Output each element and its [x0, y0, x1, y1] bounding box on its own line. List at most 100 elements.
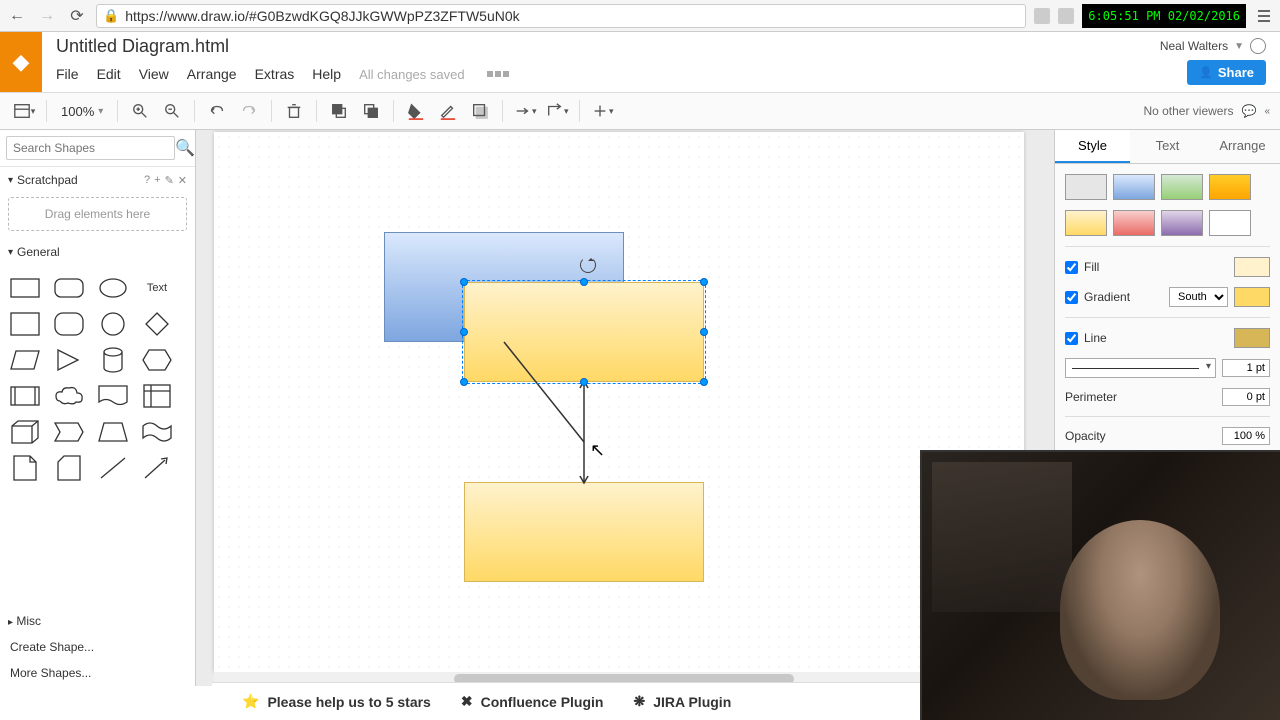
hamburger-icon[interactable] [1254, 6, 1274, 26]
shape-card[interactable] [52, 453, 86, 483]
shape-cloud[interactable] [52, 381, 86, 411]
chat-icon[interactable]: 💬 [1241, 104, 1256, 118]
misc-header[interactable]: Misc [16, 614, 41, 628]
zoom-select[interactable]: 100%▾ [55, 104, 109, 119]
confluence-link[interactable]: ✖Confluence Plugin [461, 693, 604, 710]
menu-help[interactable]: Help [312, 66, 341, 82]
shape-diamond[interactable] [140, 309, 174, 339]
shape-rect[interactable] [8, 273, 42, 303]
waypoint-button[interactable]: ▾ [543, 97, 571, 125]
shadow-button[interactable] [466, 97, 494, 125]
canvas-shape-yellow-bottom[interactable] [464, 482, 704, 582]
scratchpad-dropzone[interactable]: Drag elements here [8, 197, 187, 231]
menu-arrange[interactable]: Arrange [187, 66, 237, 82]
scratchpad-add-icon[interactable]: + [154, 174, 160, 186]
scratchpad-edit-icon[interactable]: ✎ [165, 174, 174, 187]
globe-icon[interactable] [1250, 38, 1266, 54]
shape-rounded-rect[interactable] [52, 273, 86, 303]
menu-view[interactable]: View [139, 66, 169, 82]
style-swatch[interactable] [1161, 174, 1203, 200]
zoom-out-button[interactable] [158, 97, 186, 125]
line-width-input[interactable] [1222, 359, 1270, 377]
shape-trapezoid[interactable] [96, 417, 130, 447]
gradient-color-picker[interactable] [1234, 287, 1270, 307]
delete-button[interactable] [280, 97, 308, 125]
collapse-panel-icon[interactable]: « [1264, 106, 1270, 117]
shape-step[interactable] [52, 417, 86, 447]
rate-link[interactable]: ⭐Please help us to 5 stars [242, 693, 431, 710]
perimeter-input[interactable] [1222, 388, 1270, 406]
to-back-button[interactable] [357, 97, 385, 125]
style-swatch[interactable] [1113, 174, 1155, 200]
scratchpad-header[interactable]: Scratchpad [17, 173, 78, 187]
fill-color-button[interactable] [402, 97, 430, 125]
drawio-logo-icon[interactable]: ◆ [0, 32, 42, 92]
canvas-connector[interactable] [214, 132, 1024, 672]
line-style-select[interactable] [1065, 358, 1216, 378]
url-bar[interactable]: 🔒 https://www.draw.io/#G0BzwdKGQ8JJkGWWp… [96, 4, 1026, 28]
style-swatch[interactable] [1161, 210, 1203, 236]
jira-link[interactable]: ❋JIRA Plugin [633, 693, 731, 710]
document-title[interactable]: Untitled Diagram.html [56, 36, 229, 57]
style-swatch[interactable] [1113, 210, 1155, 236]
rotate-handle-icon[interactable] [580, 257, 596, 273]
shape-circle[interactable] [96, 309, 130, 339]
extension-icon[interactable] [1058, 8, 1074, 24]
search-input[interactable] [6, 136, 175, 160]
back-button[interactable]: ← [6, 5, 28, 27]
shape-parallelogram[interactable] [8, 345, 42, 375]
more-shapes-link[interactable]: More Shapes... [0, 660, 195, 686]
shape-rect2[interactable] [8, 309, 42, 339]
fill-color-picker[interactable] [1234, 257, 1270, 277]
shape-triangle[interactable] [52, 345, 86, 375]
style-swatch[interactable] [1209, 174, 1251, 200]
shape-hexagon[interactable] [140, 345, 174, 375]
undo-button[interactable] [203, 97, 231, 125]
view-mode-button[interactable]: ▾ [10, 97, 38, 125]
shape-cylinder[interactable] [96, 345, 130, 375]
share-button[interactable]: Share [1187, 60, 1266, 85]
search-icon[interactable]: 🔍 [175, 138, 195, 158]
shape-ellipse[interactable] [96, 273, 130, 303]
gradient-checkbox[interactable] [1065, 291, 1078, 304]
style-swatch[interactable] [1065, 210, 1107, 236]
shape-rounded2[interactable] [52, 309, 86, 339]
shape-document[interactable] [96, 381, 130, 411]
shape-process[interactable] [8, 381, 42, 411]
menu-extras[interactable]: Extras [255, 66, 295, 82]
reload-button[interactable]: ⟳ [66, 5, 88, 27]
scratchpad-help-icon[interactable]: ? [144, 174, 150, 186]
create-shape-link[interactable]: Create Shape... [0, 634, 195, 660]
tab-arrange[interactable]: Arrange [1205, 130, 1280, 163]
shape-text[interactable]: Text [140, 273, 174, 303]
fill-checkbox[interactable] [1065, 261, 1078, 274]
to-front-button[interactable] [325, 97, 353, 125]
line-checkbox[interactable] [1065, 332, 1078, 345]
style-swatch[interactable] [1065, 174, 1107, 200]
menu-edit[interactable]: Edit [97, 66, 121, 82]
zoom-in-button[interactable] [126, 97, 154, 125]
extension-icon[interactable] [1034, 8, 1050, 24]
shape-line[interactable] [96, 453, 130, 483]
insert-button[interactable]: ▾ [588, 97, 616, 125]
redo-button[interactable] [235, 97, 263, 125]
general-header[interactable]: General [17, 245, 60, 259]
line-color-picker[interactable] [1234, 328, 1270, 348]
tab-text[interactable]: Text [1130, 130, 1205, 163]
user-name[interactable]: Neal Walters [1160, 39, 1228, 53]
tab-style[interactable]: Style [1055, 130, 1130, 163]
shape-internal[interactable] [140, 381, 174, 411]
menu-file[interactable]: File [56, 66, 79, 82]
scratchpad-close-icon[interactable]: ✕ [178, 174, 187, 187]
opacity-input[interactable] [1222, 427, 1270, 445]
style-swatch[interactable] [1209, 210, 1251, 236]
connection-button[interactable]: ▾ [511, 97, 539, 125]
canvas-shape-yellow-top[interactable] [464, 282, 704, 382]
canvas[interactable]: ↖ [214, 132, 1024, 672]
gradient-direction-select[interactable]: South [1169, 287, 1228, 307]
shape-cube[interactable] [8, 417, 42, 447]
line-color-button[interactable] [434, 97, 462, 125]
shape-tape[interactable] [140, 417, 174, 447]
shape-note[interactable] [8, 453, 42, 483]
shape-arrow[interactable] [140, 453, 174, 483]
